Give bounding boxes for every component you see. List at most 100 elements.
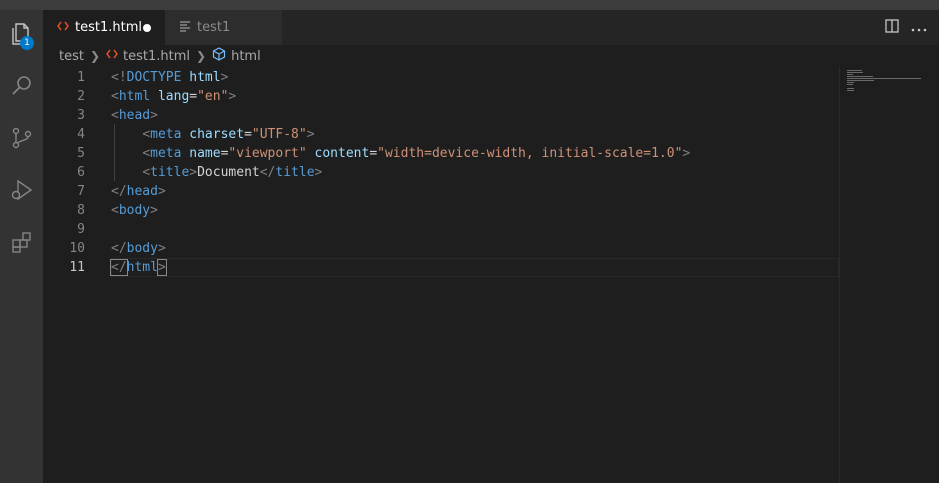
code-content: <meta name="viewport" content="width=dev… [111, 144, 690, 163]
code-content: <title>Document</title> [111, 163, 322, 182]
code-token: > [220, 70, 229, 85]
split-editor-icon[interactable] [885, 18, 899, 37]
tab-actions [885, 10, 939, 45]
code-token: html [189, 70, 221, 85]
title-bar [0, 0, 939, 10]
tab-test1-html[interactable]: test1.html [43, 10, 165, 45]
code-token: > [150, 108, 158, 123]
more-actions-icon[interactable] [911, 20, 927, 36]
code-editor[interactable]: 1 <!DOCTYPE html> 2 <html lang="en"> 3 <head>… [43, 67, 939, 483]
code-content: <meta charset="UTF-8"> [111, 125, 314, 144]
code-token: meta [150, 146, 182, 161]
line-number: 8 [77, 203, 85, 218]
line-number: 1 [77, 70, 85, 85]
text-file-icon [179, 20, 191, 36]
activity-extensions[interactable] [0, 220, 43, 268]
code-token: html [118, 89, 151, 104]
code-token: > [150, 203, 158, 218]
code-token: > [156, 259, 167, 276]
tab-bar: test1.html test1 [43, 10, 939, 45]
code-token: charset [189, 127, 245, 142]
code-line: 5 <meta name="viewport" content="width=d… [43, 144, 839, 163]
code-line: 2 <html lang="en"> [43, 87, 839, 106]
tab-label: test1.html [75, 20, 142, 35]
code-token: </ [111, 184, 127, 199]
line-number: 7 [77, 184, 85, 199]
current-line-highlight [111, 258, 839, 277]
code-line: 1 <!DOCTYPE html> [43, 68, 839, 87]
breadcrumb: test ❯ test1.html ❯ html [43, 45, 939, 67]
code-token: head [118, 108, 151, 123]
code-token: head [126, 184, 158, 199]
html-file-icon [106, 48, 118, 64]
line-number: 11 [69, 260, 85, 275]
minimap[interactable] [843, 67, 939, 483]
code-token: < [142, 165, 151, 180]
symbol-element-icon [212, 47, 226, 65]
html-file-icon [57, 20, 69, 36]
line-number: 3 [77, 108, 85, 123]
search-icon [10, 74, 34, 102]
code-token: "viewport" [228, 146, 307, 161]
code-token: = [189, 89, 198, 104]
line-number: 5 [77, 146, 85, 161]
code-token: html [126, 260, 158, 275]
code-token: > [189, 165, 198, 180]
breadcrumb-folder[interactable]: test [59, 49, 84, 64]
code-token: > [682, 146, 691, 161]
activity-explorer[interactable]: 1 [0, 12, 43, 60]
code-token: name [189, 146, 221, 161]
activity-source-control[interactable] [0, 116, 43, 164]
line-number: 6 [77, 165, 85, 180]
breadcrumb-file[interactable]: test1.html [123, 49, 190, 64]
line-number: 9 [77, 222, 85, 237]
activity-run-debug[interactable] [0, 168, 43, 216]
code-token: content [314, 146, 370, 161]
code-line: 7 </head> [43, 182, 839, 201]
code-token: < [111, 108, 119, 123]
code-token: < [111, 203, 119, 218]
extensions-icon [10, 230, 34, 258]
minimap-line [847, 70, 862, 71]
code-line: 4 <meta charset="UTF-8"> [43, 125, 839, 144]
activity-search[interactable] [0, 64, 43, 112]
code-content: </body> [111, 239, 166, 258]
breadcrumb-symbol[interactable]: html [231, 49, 261, 64]
minimap-line [847, 78, 921, 79]
code-line: 3 <head> [43, 106, 839, 125]
minimap-line [847, 90, 854, 91]
line-number: 4 [77, 127, 85, 142]
minimap-line [847, 82, 854, 83]
code-token: > [228, 89, 237, 104]
unsaved-dot-icon[interactable] [143, 24, 151, 32]
code-token: "width=device-width, initial-scale=1.0" [377, 146, 683, 161]
editor-ruler [839, 67, 840, 483]
code-content: <head> [111, 106, 158, 125]
minimap-line [847, 76, 873, 77]
code-token: = [244, 127, 252, 142]
code-token: lang [157, 89, 190, 104]
code-token: </ [259, 165, 276, 180]
chevron-right-icon: ❯ [89, 49, 101, 63]
code-token: < [142, 146, 151, 161]
code-token: title [275, 165, 315, 180]
code-line: 9 [43, 220, 839, 239]
code-token: DOCTYPE [126, 70, 182, 85]
code-line: 11 </html> [43, 258, 839, 277]
minimap-line [847, 88, 854, 89]
code-token: body [118, 203, 151, 218]
code-line: 8 <body> [43, 201, 839, 220]
minimap-line [847, 84, 853, 85]
tab-test1[interactable]: test1 [165, 10, 282, 45]
minimap-line [847, 74, 853, 75]
code-token: > [314, 165, 323, 180]
code-token: < [111, 89, 119, 104]
code-content: <!DOCTYPE html> [111, 68, 228, 87]
code-token: title [150, 165, 190, 180]
source-control-icon [10, 126, 34, 154]
code-token: </ [110, 259, 128, 276]
code-token: "UTF-8" [251, 127, 307, 142]
